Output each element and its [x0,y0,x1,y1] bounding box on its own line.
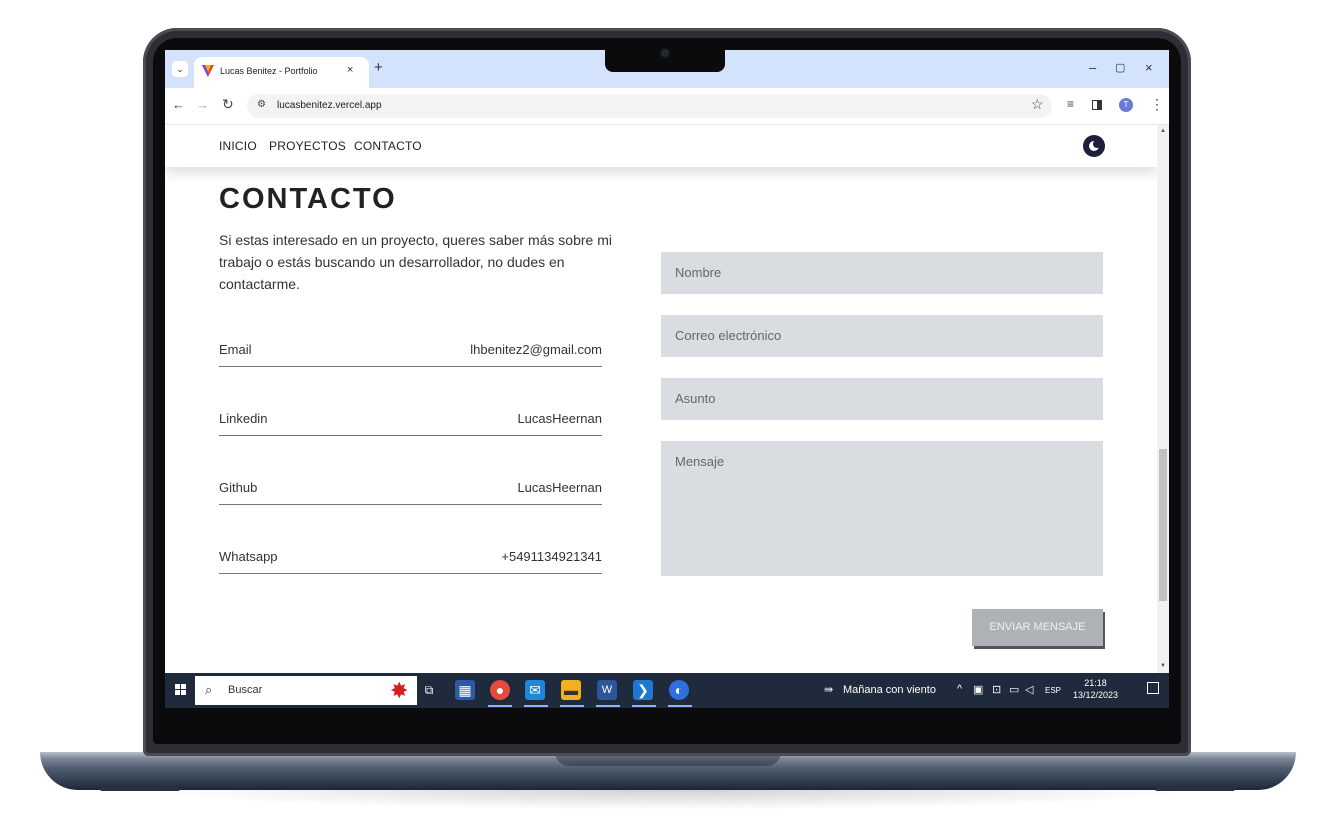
nav-link-inicio[interactable]: INICIO [219,139,257,153]
store-icon[interactable]: ▦ [455,680,475,700]
tray-chevron-icon[interactable]: ^ [957,683,962,695]
task-view-icon[interactable]: ⧉ [419,680,439,700]
theme-toggle-moon-icon[interactable] [1083,135,1105,157]
minimize-button[interactable]: – [1089,60,1096,75]
language-indicator[interactable]: ESP [1045,686,1061,695]
send-message-button[interactable]: ENVIAR MENSAJE [972,609,1103,646]
tray-app-icon[interactable]: ▣ [973,683,983,696]
active-app-indicator [488,705,512,707]
contact-label: Linkedin [219,411,268,426]
forward-arrow-icon[interactable]: → [196,97,209,112]
windows-start-icon[interactable] [175,684,187,696]
tray-network-icon[interactable]: ⊡ [992,683,1001,696]
message-textarea[interactable]: Mensaje [661,441,1103,576]
url-text[interactable]: lucasbenitez.vercel.app [277,100,382,111]
contact-row-linkedin[interactable]: Linkedin LucasHeernan [219,405,602,436]
address-bar[interactable]: ⚙ lucasbenitez.vercel.app [247,94,1052,118]
wind-weather-icon[interactable]: ⇛ [824,683,833,696]
scroll-thumb[interactable] [1159,449,1167,601]
site-settings-icon[interactable]: ⚙ [257,99,266,110]
name-field[interactable]: Nombre [661,252,1103,294]
contact-row-email[interactable]: Email lhbenitez2@gmail.com [219,336,602,367]
active-app-indicator [668,705,692,707]
contact-label: Whatsapp [219,549,278,564]
email-field[interactable]: Correo electrónico [661,315,1103,357]
back-arrow-icon[interactable]: ← [172,97,185,112]
browser-tab[interactable]: Lucas Benitez - Portfolio × [194,57,369,88]
maximize-button[interactable]: ▢ [1115,61,1125,74]
tab-search-icon[interactable]: ⌄ [172,61,188,77]
weather-text[interactable]: Mañana con viento [843,684,936,696]
taskbar-clock[interactable]: 21:18 13/12/2023 [1073,677,1118,701]
browser-menu-icon[interactable]: ⋮ [1150,96,1164,113]
subject-field[interactable]: Asunto [661,378,1103,420]
scroll-up-icon[interactable]: ▲ [1160,128,1166,134]
scroll-down-icon[interactable]: ▼ [1160,663,1166,669]
windows-taskbar: ⌕ Buscar ✸ ⧉ ▦ ● ✉ ▬ W ❯ ◐ ⇛ Mañana con … [165,673,1169,708]
subject-placeholder: Asunto [675,391,716,406]
search-icon: ⌕ [205,682,213,697]
contact-label: Github [219,480,258,495]
page-viewport: INICIO PROYECTOS CONTACTO CONTACTO Si es… [165,125,1157,673]
message-placeholder: Mensaje [675,454,725,469]
email-placeholder: Correo electrónico [675,328,782,343]
contact-row-github[interactable]: Github LucasHeernan [219,474,602,505]
page-scrollbar[interactable]: ▲ ▼ [1157,125,1169,673]
portfolio-favicon-icon [202,65,214,77]
file-explorer-icon[interactable]: ▬ [561,680,581,700]
active-app-indicator [632,705,656,707]
notification-center-icon[interactable] [1147,682,1159,694]
site-navbar: INICIO PROYECTOS CONTACTO [165,125,1157,167]
profile-avatar[interactable]: T [1119,98,1133,112]
screen: ⌄ Lucas Benitez - Portfolio × + – ▢ × ← … [165,50,1169,708]
vscode-icon[interactable]: ❯ [633,680,653,700]
active-app-indicator [524,705,548,707]
intro-text: Si estas interesado en un proyecto, quer… [219,232,612,292]
contact-value[interactable]: LucasHeernan [517,411,602,426]
close-window-button[interactable]: × [1145,60,1153,75]
side-panel-icon[interactable] [1092,100,1102,110]
chrome-icon[interactable]: ● [490,680,510,700]
tray-display-icon[interactable]: ▭ [1009,683,1019,696]
firefox-icon[interactable]: ◐ [669,680,689,700]
contact-row-whatsapp[interactable]: Whatsapp +5491134921341 [219,543,602,574]
bookmark-star-icon[interactable]: ☆ [1031,96,1044,113]
new-tab-button[interactable]: + [374,59,383,76]
active-app-indicator [596,705,620,707]
mail-icon[interactable]: ✉ [525,680,545,700]
reload-icon[interactable]: ↻ [222,96,234,113]
media-control-icon[interactable]: ≡ [1067,97,1074,111]
contact-value[interactable]: lhbenitez2@gmail.com [470,342,602,357]
poinsettia-icon[interactable]: ✸ [390,678,408,704]
clock-time: 21:18 [1084,678,1107,688]
browser-toolbar: ← → ↻ ⚙ lucasbenitez.vercel.app ☆ ≡ T ⋮ [165,88,1169,125]
name-placeholder: Nombre [675,265,722,280]
laptop-foot-left [100,787,180,791]
taskbar-search[interactable]: ⌕ Buscar ✸ [195,676,417,705]
contact-label: Email [219,342,252,357]
clock-date: 13/12/2023 [1073,690,1119,700]
contact-value[interactable]: LucasHeernan [517,480,602,495]
laptop-foot-right [1155,787,1235,791]
word-icon[interactable]: W [597,680,617,700]
camera-icon [661,49,669,57]
nav-link-proyectos[interactable]: PROYECTOS [269,139,346,153]
page-title: CONTACTO [219,183,397,215]
active-app-indicator [560,705,584,707]
search-placeholder: Buscar [228,684,263,696]
contact-value[interactable]: +5491134921341 [501,549,602,564]
volume-icon[interactable]: ◁ [1025,683,1033,696]
tab-close-icon[interactable]: × [347,64,353,76]
tab-title: Lucas Benitez - Portfolio [220,66,318,76]
nav-link-contacto[interactable]: CONTACTO [354,139,422,153]
